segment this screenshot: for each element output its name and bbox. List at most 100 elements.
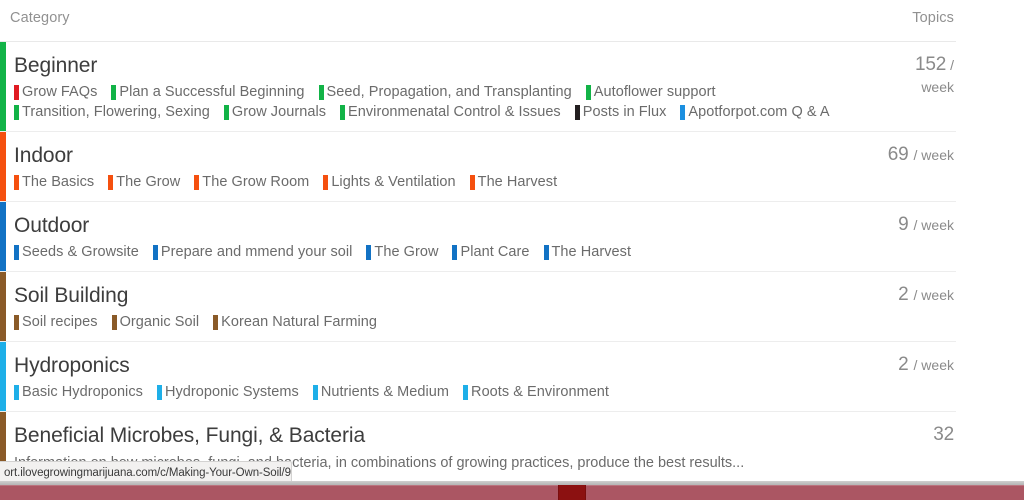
subcategory-link[interactable]: Roots & Environment (463, 382, 609, 402)
subcategory-color-marker-icon (680, 105, 685, 120)
subcategory-link[interactable]: Nutrients & Medium (313, 382, 449, 402)
subcategory-label: Environmenatal Control & Issues (348, 102, 561, 122)
category-main: OutdoorSeeds & Growsite Prepare and mmend… (0, 202, 860, 271)
topics-count-period: week (860, 76, 954, 98)
subcategory-link[interactable]: Autoflower support (586, 82, 716, 102)
subcategory-color-marker-icon (463, 385, 468, 400)
subcategory-label: Plant Care (460, 242, 529, 262)
subcategory-color-marker-icon (111, 85, 116, 100)
subcategory-color-marker-icon (575, 105, 580, 120)
subcategory-link[interactable]: Seed, Propagation, and Transplanting (319, 82, 572, 102)
subcategory-label: Grow Journals (232, 102, 326, 122)
subcategory-label: Basic Hydroponics (22, 382, 143, 402)
subcategory-color-marker-icon (14, 315, 19, 330)
subcategory-link[interactable]: Korean Natural Farming (213, 312, 377, 332)
category-color-stripe (0, 202, 6, 271)
subcategory-link[interactable]: The Basics (14, 172, 94, 192)
category-title-link[interactable]: Outdoor (14, 212, 856, 240)
subcategory-link[interactable]: Basic Hydroponics (14, 382, 143, 402)
subcategory-color-marker-icon (14, 85, 19, 100)
topics-count-period: / week (914, 357, 954, 373)
category-title-link[interactable]: Beginner (14, 52, 856, 80)
subcategory-list: Grow FAQs Plan a Successful Beginning Seed… (14, 82, 856, 122)
topics-count-value: 32 (933, 424, 954, 445)
subcategory-label: The Basics (22, 172, 94, 192)
category-title-link[interactable]: Indoor (14, 142, 856, 170)
subcategory-color-marker-icon (14, 385, 19, 400)
subcategory-link[interactable]: Environmenatal Control & Issues (340, 102, 561, 122)
topics-count-cell: 2/ week (860, 272, 956, 306)
subcategory-label: Seeds & Growsite (22, 242, 139, 262)
category-main: IndoorThe Basics The Grow The Grow Room Lig… (0, 132, 860, 201)
topics-count-period: / week (914, 217, 954, 233)
topics-count-cell: 152/week (860, 42, 956, 98)
column-header-category: Category (0, 10, 912, 26)
subcategory-link[interactable]: The Grow (108, 172, 180, 192)
subcategory-color-marker-icon (14, 105, 19, 120)
subcategory-link[interactable]: Grow FAQs (14, 82, 97, 102)
subcategory-label: Transition, Flowering, Sexing (22, 102, 210, 122)
subcategory-label: The Grow (374, 242, 438, 262)
subcategory-label: Nutrients & Medium (321, 382, 449, 402)
subcategory-color-marker-icon (213, 315, 218, 330)
os-taskbar[interactable] (0, 485, 1024, 500)
subcategory-color-marker-icon (313, 385, 318, 400)
subcategory-link[interactable]: Seeds & Growsite (14, 242, 139, 262)
subcategory-label: The Grow Room (202, 172, 309, 192)
subcategory-color-marker-icon (366, 245, 371, 260)
subcategory-label: Hydroponic Systems (165, 382, 299, 402)
subcategory-color-marker-icon (153, 245, 158, 260)
subcategory-color-marker-icon (224, 105, 229, 120)
subcategory-label: Soil recipes (22, 312, 98, 332)
category-row[interactable]: OutdoorSeeds & Growsite Prepare and mmend… (0, 202, 956, 272)
category-title-link[interactable]: Beneficial Microbes, Fungi, & Bacteria (14, 422, 856, 450)
subcategory-label: Apotforpot.com Q & A (688, 102, 829, 122)
topics-count-cell: 9 / week (860, 202, 956, 236)
link-status-bar: ort.ilovegrowingmarijuana.com/c/Making-Y… (0, 461, 292, 483)
category-row[interactable]: Soil BuildingSoil recipes Organic Soil Kor… (0, 272, 956, 342)
subcategory-color-marker-icon (14, 245, 19, 260)
topics-count-value: 2 (898, 354, 908, 375)
subcategory-link[interactable]: The Grow (366, 242, 438, 262)
category-title-link[interactable]: Hydroponics (14, 352, 856, 380)
subcategory-link[interactable]: Plan a Successful Beginning (111, 82, 304, 102)
category-color-stripe (0, 42, 6, 131)
subcategory-link[interactable]: Soil recipes (14, 312, 98, 332)
topics-count-value: 2 (898, 284, 908, 305)
subcategory-link[interactable]: The Harvest (544, 242, 632, 262)
category-row[interactable]: HydroponicsBasic Hydroponics Hydroponic S… (0, 342, 956, 412)
subcategory-color-marker-icon (323, 175, 328, 190)
subcategory-color-marker-icon (470, 175, 475, 190)
subcategory-color-marker-icon (586, 85, 591, 100)
subcategory-link[interactable]: Hydroponic Systems (157, 382, 299, 402)
subcategory-link[interactable]: Grow Journals (224, 102, 326, 122)
subcategory-label: Prepare and mmend your soil (161, 242, 353, 262)
column-header-topics: Topics (912, 10, 956, 26)
category-row[interactable]: BeginnerGrow FAQs Plan a Successful Begin… (0, 42, 956, 132)
subcategory-color-marker-icon (14, 175, 19, 190)
topics-count-period: / week (914, 147, 954, 163)
subcategory-link[interactable]: Prepare and mmend your soil (153, 242, 353, 262)
subcategory-link[interactable]: Lights & Ventilation (323, 172, 455, 192)
subcategory-link[interactable]: The Grow Room (194, 172, 309, 192)
subcategory-link[interactable]: Apotforpot.com Q & A (680, 102, 829, 122)
category-row[interactable]: IndoorThe Basics The Grow The Grow Room Lig… (0, 132, 956, 202)
status-bar-url: ort.ilovegrowingmarijuana.com/c/Making-Y… (4, 467, 291, 479)
subcategory-link[interactable]: Plant Care (452, 242, 529, 262)
subcategory-link[interactable]: The Harvest (470, 172, 558, 192)
subcategory-color-marker-icon (194, 175, 199, 190)
browser-page: Category Topics BeginnerGrow FAQs Plan a … (0, 0, 1024, 500)
subcategory-link[interactable]: Posts in Flux (575, 102, 667, 122)
subcategory-color-marker-icon (319, 85, 324, 100)
subcategory-label: Lights & Ventilation (331, 172, 455, 192)
topics-count-value: 9 (898, 214, 908, 235)
subcategory-link[interactable]: Organic Soil (112, 312, 200, 332)
category-main: Soil BuildingSoil recipes Organic Soil Kor… (0, 272, 860, 341)
taskbar-active-item[interactable] (558, 485, 586, 500)
taskbar-background (0, 485, 1024, 500)
subcategory-label: Grow FAQs (22, 82, 97, 102)
subcategory-list: Seeds & Growsite Prepare and mmend your s… (14, 242, 856, 262)
category-title-link[interactable]: Soil Building (14, 282, 856, 310)
subcategory-link[interactable]: Transition, Flowering, Sexing (14, 102, 210, 122)
subcategory-color-marker-icon (340, 105, 345, 120)
